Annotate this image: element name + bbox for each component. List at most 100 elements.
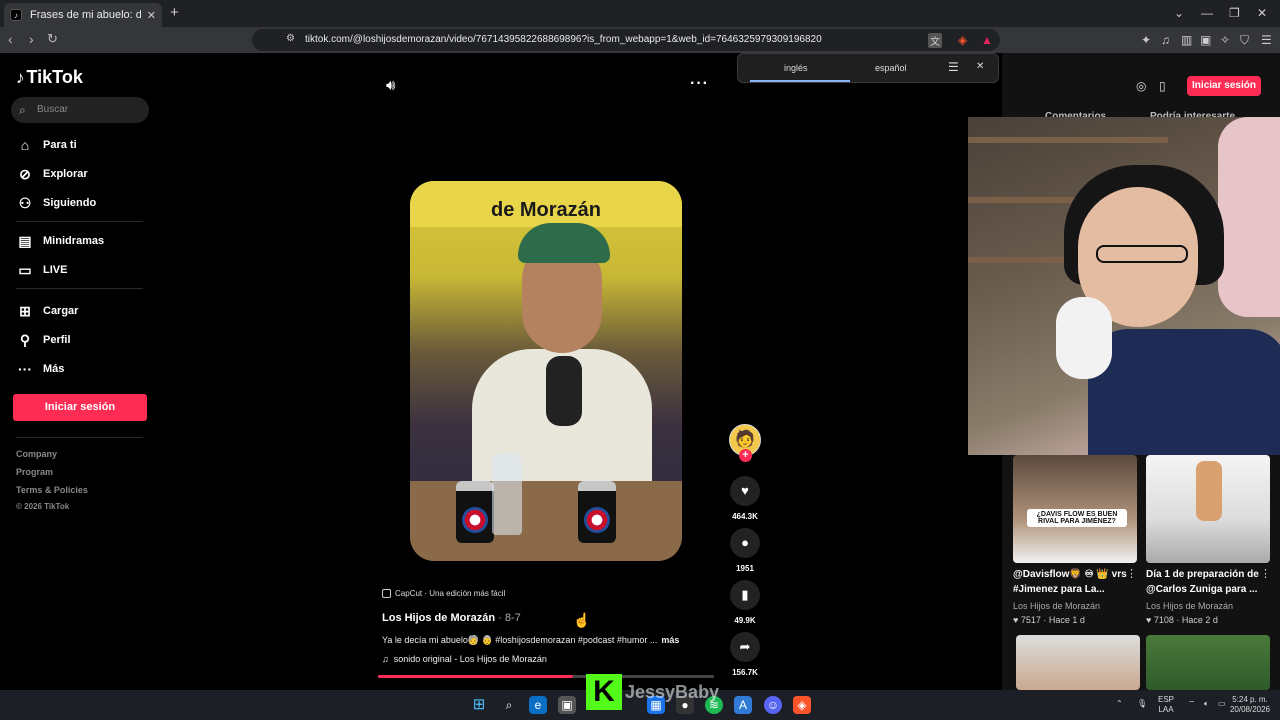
card-title[interactable]: @Davisflow🦁 ♾ 👑 vrs #Jimenez para La... [1013, 567, 1141, 597]
login-button[interactable]: Iniciar sesión [13, 394, 147, 421]
search-icon[interactable]: ⌕ [500, 696, 518, 714]
video-desk [410, 481, 682, 561]
nav-following[interactable]: ⚇ Siguiendo [16, 193, 96, 213]
microphone-icon[interactable]: 🎙︎ [1137, 699, 1147, 709]
video-thumbnail[interactable] [1146, 635, 1270, 690]
nav-live[interactable]: ▭ LIVE [16, 260, 67, 280]
nav-explore[interactable]: ⊘ Explorar [16, 164, 88, 184]
caption-more-link[interactable]: más [661, 635, 679, 645]
browser-tab[interactable]: ♪ Frases de mi abuelo: dichos, f ✕ [4, 3, 162, 27]
video-progress-bar[interactable] [378, 675, 714, 678]
translate-from-tab[interactable]: inglés [784, 63, 808, 73]
edge-icon[interactable]: e [529, 696, 547, 714]
minimize-icon[interactable]: — [1201, 6, 1213, 20]
follow-plus-icon[interactable]: + [739, 449, 752, 462]
webcam-person-shirt [1088, 329, 1280, 455]
brave-rewards-icon[interactable]: ▲ [981, 33, 993, 47]
sidebar-toggle-icon[interactable]: ▥ [1181, 33, 1192, 47]
language-indicator[interactable]: ESP LAA [1158, 695, 1174, 715]
capcut-tag[interactable]: CapCut · Una edición más fácil [382, 589, 505, 598]
reload-icon[interactable]: ↻ [47, 31, 58, 47]
comment-action[interactable]: ● 1951 [728, 528, 762, 573]
share-action[interactable]: ➦ 156.7K [728, 632, 762, 677]
get-app-icon[interactable]: ◎ [1136, 79, 1146, 93]
volume-icon[interactable]: 🔊︎ [386, 77, 395, 94]
discord-icon[interactable]: ☺ [764, 696, 782, 714]
card-more-icon[interactable]: ⋮ [1126, 567, 1137, 580]
tiktok-page: ♪ TikTok ⌕ Buscar ⌂ Para ti ⊘ Explorar ⚇ Sig… [0, 53, 1280, 690]
new-tab-button[interactable]: + [170, 4, 179, 21]
comment-icon[interactable]: ● [730, 528, 760, 558]
menu-icon[interactable]: ☰ [1261, 33, 1272, 47]
video-author[interactable]: Los Hijos de Morazán · 8-7 [382, 612, 521, 624]
media-icon[interactable]: ♫ [1161, 33, 1170, 47]
footer-terms[interactable]: Terms & Policies [16, 485, 88, 495]
heart-icon[interactable]: ♥ [730, 476, 760, 506]
close-window-icon[interactable]: ✕ [1257, 6, 1267, 20]
translate-icon[interactable]: 文 [928, 33, 942, 48]
clock[interactable]: 5:24 p. m. 20/08/2026 [1226, 695, 1274, 715]
save-count: 49.9K [734, 616, 756, 625]
nav-profile[interactable]: ⚲ Perfil [16, 330, 71, 350]
nav-label: Más [43, 363, 65, 375]
options-icon[interactable]: ··· [690, 75, 709, 93]
header-login-button[interactable]: Iniciar sesión [1187, 76, 1261, 96]
translate-menu-icon[interactable]: ☰ [948, 60, 959, 74]
app-icon[interactable]: A [734, 696, 752, 714]
restore-icon[interactable]: ❐ [1229, 6, 1240, 20]
nav-label: Perfil [43, 334, 71, 346]
tab-close-icon[interactable]: ✕ [147, 9, 156, 22]
translate-close-icon[interactable]: ✕ [976, 61, 984, 72]
nav-more[interactable]: ··· Más [16, 359, 64, 379]
site-info-icon[interactable]: ⚙ [286, 33, 295, 44]
following-icon: ⚇ [18, 194, 32, 211]
video-sound[interactable]: ♫ sonido original - Los Hijos de Morazán [382, 654, 547, 664]
translate-to-tab[interactable]: español [875, 63, 907, 73]
video-thumbnail[interactable] [1016, 635, 1140, 690]
video-can [578, 481, 616, 543]
save-action[interactable]: ▮ 49.9K [728, 580, 762, 625]
author-name[interactable]: Los Hijos de Morazán [382, 612, 495, 624]
video-thumbnail[interactable]: ¿DAVIS FLOW ES BUEN RIVAL PARA JIMÉNEZ? [1013, 455, 1137, 563]
nav-minidramas[interactable]: ▤ Minidramas [16, 231, 104, 251]
nav-for-you[interactable]: ⌂ Para ti [16, 135, 77, 155]
bookmark-icon[interactable]: ▮ [730, 580, 760, 610]
card-ago: Hace 2 d [1181, 615, 1218, 625]
vpn-icon[interactable]: ⛉ [1240, 33, 1249, 48]
tray-chevron-icon[interactable]: ⌃ [1116, 699, 1123, 709]
extensions-icon[interactable]: ✦ [1141, 33, 1151, 47]
card-views: 7108 [1153, 615, 1174, 625]
tab-search-icon[interactable]: ⌄ [1174, 6, 1184, 20]
video-person-cap [518, 223, 610, 263]
search-input[interactable]: ⌕ Buscar [11, 97, 149, 123]
video-thumbnail[interactable] [1146, 455, 1270, 563]
nav-upload[interactable]: ⊞ Cargar [16, 301, 78, 321]
forward-icon[interactable]: › [29, 31, 34, 47]
card-author[interactable]: Los Hijos de Morazán [1013, 601, 1100, 611]
share-icon[interactable]: ➦ [730, 632, 760, 662]
sound-label[interactable]: sonido original - Los Hijos de Morazán [394, 654, 547, 664]
like-action[interactable]: ♥ 464.3K [728, 476, 762, 521]
leo-icon[interactable]: ✧ [1220, 33, 1230, 47]
tiktok-logo[interactable]: ♪ TikTok [16, 67, 83, 88]
footer-program[interactable]: Program [16, 467, 53, 477]
video-player[interactable]: de Morazán [410, 181, 682, 561]
footer-company[interactable]: Company [16, 449, 57, 459]
lang-primary: ESP [1158, 695, 1175, 704]
nav-label: Explorar [43, 168, 88, 180]
battery-icon[interactable]: ▭ [1218, 699, 1226, 709]
app-icon[interactable]: ▣ [558, 696, 576, 714]
card-more-icon[interactable]: ⋮ [1260, 567, 1271, 580]
clock-time: 5:24 p. m. [1232, 695, 1268, 704]
wallet-icon[interactable]: ▣ [1200, 33, 1211, 47]
card-author[interactable]: Los Hijos de Morazán [1146, 601, 1233, 611]
back-icon[interactable]: ‹ [8, 31, 13, 47]
volume-tray-icon[interactable]: 🔈︎ [1204, 699, 1209, 709]
network-icon[interactable]: ⌔ [1188, 699, 1196, 709]
phone-icon[interactable]: ▯ [1159, 79, 1166, 93]
windows-start-icon[interactable]: ⊞ [470, 696, 488, 714]
card-title[interactable]: Día 1 de preparación de @Carlos Zuniga p… [1146, 567, 1274, 597]
brave-shield-icon[interactable]: ◈ [958, 33, 967, 47]
url-text[interactable]: tiktok.com/@loshijosdemorazan/video/7671… [305, 34, 822, 45]
brave-icon[interactable]: ◈ [793, 696, 811, 714]
